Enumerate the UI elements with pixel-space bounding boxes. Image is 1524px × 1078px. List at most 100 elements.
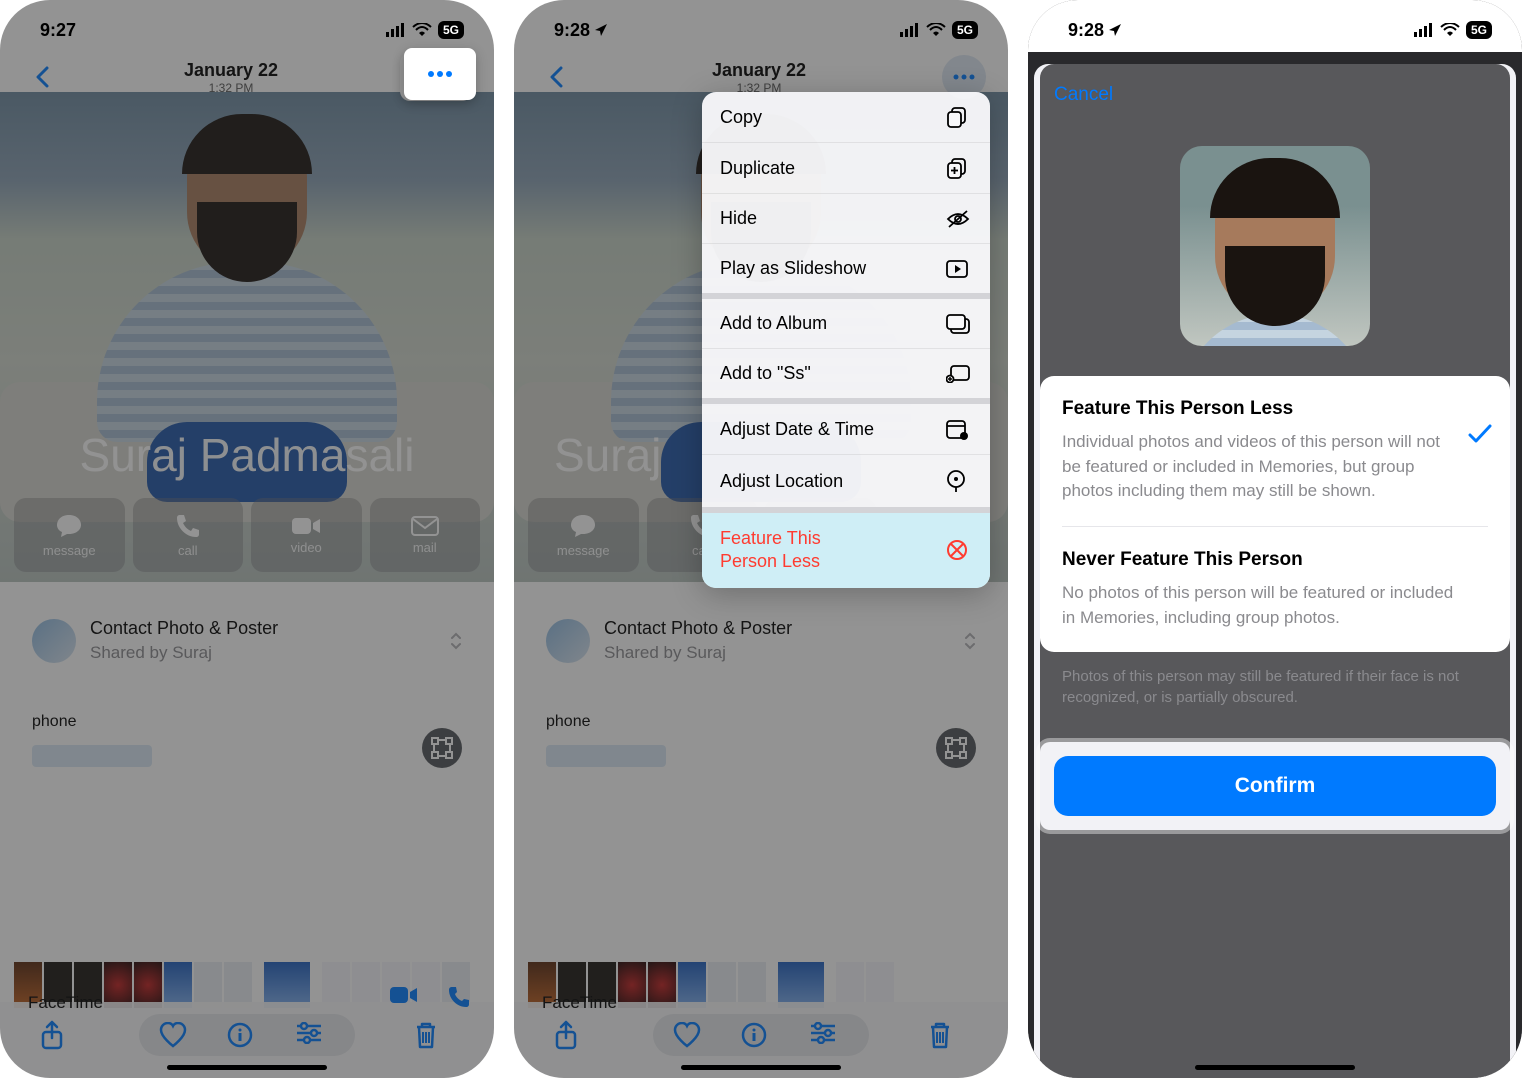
phone-value-redacted bbox=[546, 745, 666, 767]
message-icon bbox=[55, 513, 83, 539]
contact-avatar-thumb bbox=[32, 619, 76, 663]
card-subtitle: Shared by Suraj bbox=[604, 643, 792, 663]
lookup-button[interactable] bbox=[936, 728, 976, 768]
calendar-icon bbox=[946, 418, 972, 440]
status-time: 9:28 bbox=[554, 20, 590, 41]
add-album-icon bbox=[946, 314, 972, 334]
delete-button[interactable] bbox=[414, 1021, 454, 1049]
cellular-icon bbox=[900, 23, 920, 37]
menu-slideshow[interactable]: Play as Slideshow bbox=[702, 244, 990, 299]
facetime-audio-icon[interactable] bbox=[448, 986, 470, 1008]
confirm-button[interactable]: Confirm bbox=[1054, 756, 1496, 816]
menu-adjust-location[interactable]: Adjust Location bbox=[702, 455, 990, 513]
message-button[interactable]: message bbox=[528, 498, 639, 572]
nav-time: 1:32 PM bbox=[62, 81, 400, 95]
contact-avatar-thumb bbox=[546, 619, 590, 663]
message-icon bbox=[569, 513, 597, 539]
favorite-button[interactable] bbox=[159, 1022, 199, 1048]
message-button[interactable]: message bbox=[14, 498, 125, 572]
slideshow-icon bbox=[946, 260, 972, 278]
home-indicator[interactable] bbox=[167, 1065, 327, 1070]
panel-3-feature-less-sheet: 9:28 5G January 22 Cancel bbox=[1028, 0, 1522, 1078]
checkmark-icon bbox=[1468, 424, 1492, 444]
cellular-icon bbox=[386, 23, 406, 37]
duplicate-icon bbox=[946, 157, 972, 179]
status-bar: 9:27 5G bbox=[0, 0, 494, 52]
option-desc: No photos of this person will be feature… bbox=[1062, 581, 1488, 630]
location-icon bbox=[594, 23, 608, 37]
person-name-label: Suraj Padmasali bbox=[0, 428, 494, 482]
menu-add-album[interactable]: Add to Album bbox=[702, 299, 990, 349]
wifi-icon bbox=[1440, 23, 1460, 37]
video-icon bbox=[291, 516, 321, 536]
adjust-button[interactable] bbox=[809, 1022, 849, 1048]
video-button[interactable]: video bbox=[251, 498, 362, 572]
phone-field-card[interactable]: phone bbox=[14, 695, 480, 800]
status-bar: 9:28 5G bbox=[514, 0, 1008, 52]
option-never-feature[interactable]: Never Feature This Person No photos of t… bbox=[1040, 527, 1510, 652]
info-button[interactable] bbox=[227, 1022, 267, 1048]
card-subtitle: Shared by Suraj bbox=[90, 643, 278, 663]
home-indicator[interactable] bbox=[681, 1065, 841, 1070]
option-feature-less[interactable]: Feature This Person Less Individual phot… bbox=[1040, 376, 1510, 526]
menu-adjust-date[interactable]: Adjust Date & Time bbox=[702, 404, 990, 455]
option-title: Never Feature This Person bbox=[1062, 549, 1488, 571]
info-button[interactable] bbox=[741, 1022, 781, 1048]
contact-photo-poster-card[interactable]: Contact Photo & Poster Shared by Suraj bbox=[528, 600, 994, 681]
home-indicator[interactable] bbox=[1195, 1065, 1355, 1070]
phone-field-label: phone bbox=[32, 713, 462, 731]
location-icon bbox=[1108, 23, 1122, 37]
card-title: Contact Photo & Poster bbox=[604, 618, 792, 639]
status-time: 9:28 bbox=[1068, 20, 1104, 41]
phone-value-redacted bbox=[32, 745, 152, 767]
back-button[interactable] bbox=[536, 57, 576, 97]
mail-icon bbox=[411, 516, 439, 536]
back-button[interactable] bbox=[22, 57, 62, 97]
lookup-button[interactable] bbox=[422, 728, 462, 768]
facetime-video-icon[interactable] bbox=[390, 986, 418, 1008]
phone-icon bbox=[175, 513, 201, 539]
person-name-label: Suraj bbox=[554, 428, 661, 482]
confirm-highlight-wrap: Confirm bbox=[1040, 742, 1510, 830]
status-time: 9:27 bbox=[40, 20, 76, 41]
nav-date: January 22 bbox=[62, 60, 400, 81]
contact-actions-row: message call video mail bbox=[14, 498, 480, 572]
favorite-button[interactable] bbox=[673, 1022, 713, 1048]
footnote-text: Photos of this person may still be featu… bbox=[1040, 652, 1510, 722]
context-menu: Copy Duplicate Hide Play as Slideshow Ad… bbox=[702, 92, 990, 588]
contact-photo-poster-card[interactable]: Contact Photo & Poster Shared by Suraj bbox=[14, 600, 480, 681]
menu-feature-less[interactable]: Feature This Person Less bbox=[702, 513, 990, 588]
menu-duplicate[interactable]: Duplicate bbox=[702, 143, 990, 194]
share-button[interactable] bbox=[554, 1020, 594, 1050]
feature-less-icon bbox=[946, 539, 972, 561]
cancel-button[interactable]: Cancel bbox=[1040, 64, 1510, 126]
location-pin-icon bbox=[946, 469, 972, 493]
nav-date: January 22 bbox=[576, 60, 942, 81]
call-button[interactable]: call bbox=[133, 498, 244, 572]
card-title: Contact Photo & Poster bbox=[90, 618, 278, 639]
share-button[interactable] bbox=[40, 1020, 80, 1050]
feature-less-sheet: Cancel Feature This Person Less Individu… bbox=[1040, 64, 1510, 1078]
more-options-highlight[interactable] bbox=[404, 48, 476, 100]
photo-viewer[interactable]: Suraj Padmasali message call video mail bbox=[0, 92, 494, 582]
menu-add-ss[interactable]: Add to "Ss" bbox=[702, 349, 990, 404]
phone-field-label: phone bbox=[546, 713, 976, 731]
network-badge: 5G bbox=[1466, 21, 1492, 39]
adjust-button[interactable] bbox=[295, 1022, 335, 1048]
wifi-icon bbox=[926, 23, 946, 37]
mail-button[interactable]: mail bbox=[370, 498, 481, 572]
delete-button[interactable] bbox=[928, 1021, 968, 1049]
status-bar: 9:28 5G bbox=[1028, 0, 1522, 52]
add-ss-icon bbox=[946, 365, 972, 383]
option-desc: Individual photos and videos of this per… bbox=[1062, 430, 1488, 504]
hide-icon bbox=[946, 210, 972, 228]
menu-hide[interactable]: Hide bbox=[702, 194, 990, 244]
facetime-label: FaceTime bbox=[28, 993, 103, 1013]
option-title: Feature This Person Less bbox=[1062, 398, 1488, 420]
network-badge: 5G bbox=[952, 21, 978, 39]
phone-field-card[interactable]: phone bbox=[528, 695, 994, 800]
menu-copy[interactable]: Copy bbox=[702, 92, 990, 143]
expand-collapse-icon bbox=[450, 631, 462, 651]
expand-collapse-icon bbox=[964, 631, 976, 651]
facetime-label: FaceTime bbox=[542, 993, 617, 1013]
